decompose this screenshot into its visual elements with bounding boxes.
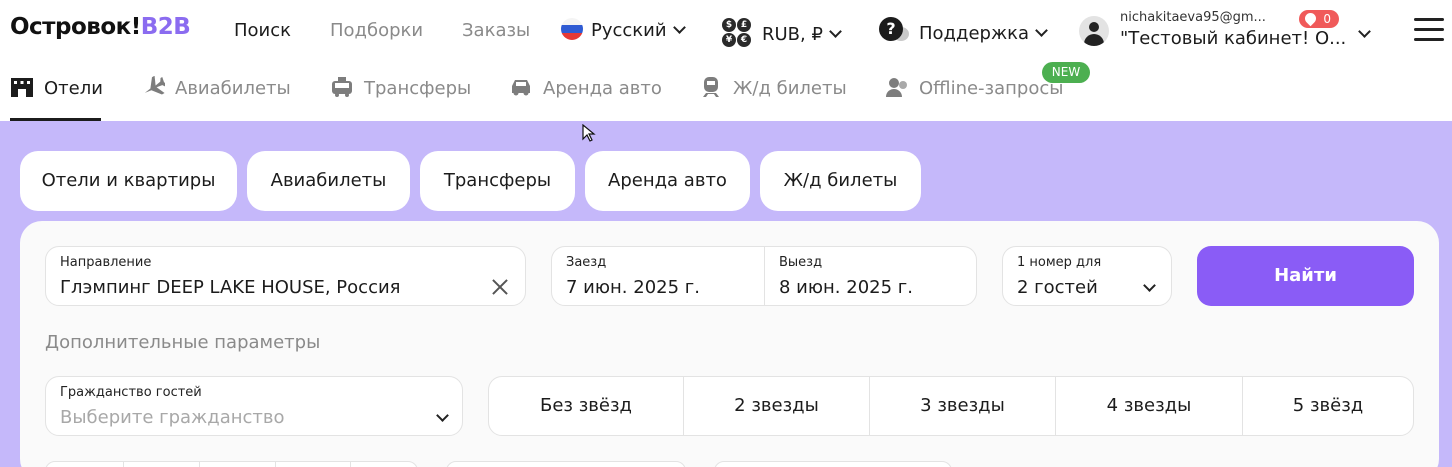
filter-row-partial[interactable] [45, 461, 418, 467]
train-icon [703, 77, 719, 97]
star-rating-filter: Без звёзд 2 звезды 3 звезды 4 звезды 5 з… [488, 376, 1414, 436]
tab-trains[interactable]: Ж/д билеты [699, 77, 847, 121]
nav-orders[interactable]: Заказы [462, 20, 530, 41]
filter-divider [275, 462, 276, 467]
chevron-down-icon [672, 21, 686, 34]
tab-hotels[interactable]: Отели [10, 78, 103, 121]
tab-label: Аренда авто [543, 78, 662, 99]
language-label: Русский [591, 20, 667, 41]
guests-value[interactable]: 2 гостей [1017, 277, 1098, 298]
logo[interactable]: Островок!B2B [10, 14, 191, 40]
support-label: Поддержка [919, 23, 1030, 44]
guests-field[interactable]: 1 номер для 2 гостей [1002, 246, 1172, 306]
bell-icon [1302, 10, 1319, 27]
pill-transfers[interactable]: Трансферы [420, 151, 575, 211]
filter-divider [199, 462, 200, 467]
pill-car-rental[interactable]: Аренда авто [585, 151, 750, 211]
nav-search[interactable]: Поиск [234, 20, 291, 41]
citizenship-placeholder[interactable]: Выберите гражданство [60, 407, 285, 428]
chevron-down-icon [1035, 24, 1048, 37]
tab-transfers[interactable]: Трансферы [330, 77, 472, 121]
stars-none-option[interactable]: Без звёзд [489, 377, 683, 435]
avatar[interactable] [1079, 16, 1109, 46]
stars-3-option[interactable]: 3 звезды [870, 377, 1055, 435]
new-badge: NEW [1042, 62, 1090, 83]
pill-flights[interactable]: Авиабилеты [247, 151, 410, 211]
language-selector[interactable]: Русский [561, 18, 686, 42]
stars-4-option[interactable]: 4 звезды [1056, 377, 1242, 435]
currency-selector[interactable]: $ £ ¥ € RUB, ₽ [722, 18, 842, 50]
clear-icon[interactable] [490, 277, 510, 297]
tab-label: Авиабилеты [175, 78, 291, 99]
tab-label: Offline-запросы [919, 78, 1064, 99]
offline-requests-icon [886, 78, 907, 97]
user-company[interactable]: "Тестовый кабинет! О... [1120, 28, 1346, 49]
pill-hotels-apartments[interactable]: Отели и квартиры [20, 151, 237, 211]
checkin-label: Заезд [566, 255, 607, 270]
checkin-value[interactable]: 7 июн. 2025 г. [566, 277, 700, 298]
destination-field[interactable]: Направление Глэмпинг DEEP LAKE HOUSE, Ро… [45, 246, 526, 306]
destination-label: Направление [60, 255, 152, 270]
product-tabs: Отели Авиабилеты Трансферы Аренда авто Ж… [0, 62, 1452, 121]
extra-params-label[interactable]: Дополнительные параметры [45, 332, 320, 353]
nav-collections[interactable]: Подборки [330, 20, 423, 41]
currency-label: RUB, ₽ [762, 24, 823, 45]
mouse-cursor-icon [582, 124, 596, 142]
destination-value[interactable]: Глэмпинг DEEP LAKE HOUSE, Россия [60, 277, 401, 298]
chevron-down-icon [436, 409, 449, 422]
pill-trains[interactable]: Ж/д билеты [760, 151, 921, 211]
notifications-badge[interactable]: 0 [1299, 10, 1339, 28]
support-icon: ? [879, 17, 909, 45]
russia-flag-icon [561, 18, 583, 40]
guests-label: 1 номер для [1017, 255, 1102, 270]
hotel-icon [11, 78, 33, 97]
car-icon [512, 80, 530, 96]
filter-divider [350, 462, 351, 467]
filter-field-partial[interactable] [714, 461, 952, 467]
tab-label: Трансферы [364, 78, 472, 99]
chevron-down-icon [1358, 25, 1371, 38]
checkout-value[interactable]: 8 июн. 2025 г. [779, 277, 913, 298]
user-email[interactable]: nichakitaeva95@gm... [1120, 10, 1266, 25]
search-button[interactable]: Найти [1197, 246, 1414, 306]
transfer-icon [332, 77, 352, 97]
stars-2-option[interactable]: 2 звезды [684, 377, 869, 435]
stars-5-option[interactable]: 5 звёзд [1243, 377, 1413, 435]
filter-divider [123, 462, 124, 467]
dates-divider [764, 247, 765, 305]
tab-label: Отели [44, 78, 103, 99]
top-header: Островок!B2B Поиск Подборки Заказы Русск… [0, 0, 1452, 62]
tab-car-rental[interactable]: Аренда авто [509, 78, 662, 121]
tab-flights[interactable]: Авиабилеты [141, 76, 291, 121]
user-menu-chevron[interactable] [1352, 25, 1371, 44]
dates-field[interactable]: Заезд 7 июн. 2025 г. Выезд 8 июн. 2025 г… [551, 246, 977, 306]
filter-field-partial[interactable] [446, 461, 686, 467]
logo-text: Островок! [10, 14, 141, 40]
tab-offline-requests[interactable]: Offline-запросы [885, 78, 1063, 121]
logo-suffix: B2B [140, 14, 191, 40]
tab-label: Ж/д билеты [733, 78, 847, 99]
plane-icon [144, 76, 165, 95]
checkout-label: Выезд [779, 255, 823, 270]
chevron-down-icon [1143, 279, 1156, 292]
notifications-count: 0 [1323, 12, 1331, 26]
chevron-down-icon [829, 25, 842, 38]
citizenship-field[interactable]: Гражданство гостей Выберите гражданство [45, 376, 463, 436]
support-menu[interactable]: ? Поддержка [879, 17, 1048, 48]
currency-icon: $ £ ¥ € [722, 18, 752, 48]
citizenship-label: Гражданство гостей [60, 385, 202, 400]
hamburger-menu-icon[interactable] [1414, 18, 1444, 44]
